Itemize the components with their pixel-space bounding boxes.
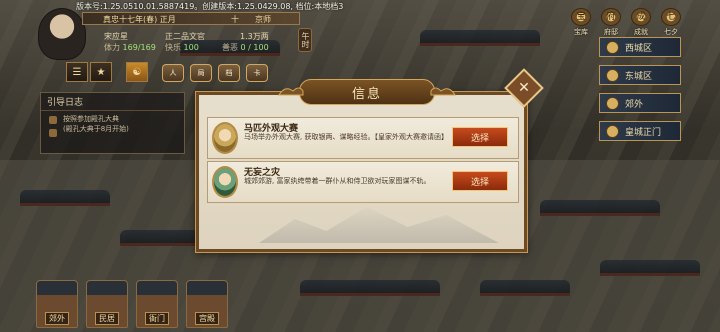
- treasury-icon: 宝: [571, 8, 591, 26]
- top-right-item[interactable]: 七 七夕: [658, 8, 684, 36]
- calendar-icon: 七: [661, 8, 681, 26]
- top-right-item[interactable]: 宝 宝库: [568, 8, 594, 36]
- time-of-day: 午时: [298, 28, 312, 52]
- game-date: 真忠十七年(春) 正月: [103, 15, 176, 24]
- nav-label: 东城区: [625, 71, 653, 82]
- info-dialog: 信息 马匹外观大赛 马场举办外观大赛, 获取银两、谋略经验。【皇家外观大赛邀请函…: [196, 79, 527, 252]
- building-label: 郊外: [45, 312, 69, 325]
- stat-label: 快乐: [165, 43, 181, 52]
- solar-term: 十: [231, 15, 239, 24]
- top-right-label: 成就: [634, 28, 648, 36]
- player-money: 1.3万两: [240, 32, 269, 41]
- top-right-item[interactable]: 府 府邸: [598, 8, 624, 36]
- stat-morality: 善恶 0 / 100: [222, 42, 269, 53]
- dialog-header: 信息: [278, 79, 456, 105]
- stat-label: 体力: [104, 43, 120, 52]
- choose-button[interactable]: 选择: [452, 127, 508, 147]
- location-pin-icon: [606, 40, 619, 54]
- event-portrait: [212, 166, 238, 198]
- guide-log-panel[interactable]: 引导日志 按照参加殿孔大典 (殿孔大典于8月开始): [40, 92, 185, 154]
- nav-east-district[interactable]: 东城区: [599, 65, 681, 85]
- nav-label: 皇城正门: [625, 127, 662, 138]
- guide-log-note: (殿孔大典于8月开始): [41, 124, 184, 137]
- mansion-icon: 府: [601, 8, 621, 26]
- building-label: 衙门: [145, 312, 169, 325]
- event-description: 马场举办外观大赛, 获取银两、谋略经验。【皇家外观大赛邀请函】: [244, 133, 448, 141]
- player-name: 宋应星: [104, 32, 128, 41]
- stat-stamina: 体力 169/169: [104, 42, 156, 53]
- stat-value: 0 / 100: [240, 43, 269, 52]
- archive-button[interactable]: 档: [218, 64, 240, 82]
- nav-label: 郊外: [625, 99, 644, 110]
- situation-button[interactable]: 局: [190, 64, 212, 82]
- scroll-icon: 成: [631, 8, 651, 26]
- nav-palace-gate[interactable]: 皇城正门: [599, 121, 681, 141]
- cards-button[interactable]: 卡: [246, 64, 268, 82]
- building-label: 民居: [95, 312, 119, 325]
- stat-value: 169/169: [122, 43, 156, 52]
- nav-label: 西城区: [625, 43, 653, 54]
- people-button[interactable]: 人: [162, 64, 184, 82]
- stat-happiness: 快乐 100: [165, 42, 199, 53]
- guide-log-title: 引导日志: [41, 93, 184, 111]
- meditate-button[interactable]: ☯: [126, 62, 148, 82]
- guide-log-item[interactable]: 按照参加殿孔大典: [41, 111, 184, 124]
- building-label: 宫殿: [195, 312, 219, 325]
- current-location: 京师: [255, 15, 271, 24]
- top-right-label: 宝库: [574, 28, 588, 36]
- favorite-button[interactable]: ★: [90, 62, 112, 82]
- location-pin-icon: [606, 96, 619, 110]
- version-info: 版本号:1.25.0510.01.5887419。创建版本:1.25.0429.…: [76, 2, 344, 11]
- choose-button[interactable]: 选择: [452, 171, 508, 191]
- stat-label: 善恶: [222, 43, 238, 52]
- stat-value: 100: [183, 43, 199, 52]
- top-right-item[interactable]: 成 成就: [628, 8, 654, 36]
- event-description: 城郊郊游, 富家纨绔带着一群仆从和侍卫欲对玩家图谋不轨。: [244, 177, 431, 185]
- location-pin-icon: [606, 124, 619, 138]
- building-suburbs[interactable]: 郊外: [36, 280, 78, 328]
- mountain-decoration: [259, 207, 499, 243]
- player-avatar[interactable]: [38, 8, 86, 60]
- close-icon: ✕: [518, 80, 530, 96]
- building-palace[interactable]: 宫殿: [186, 280, 228, 328]
- cloud-ornament-icon: [278, 87, 304, 96]
- building-residence[interactable]: 民居: [86, 280, 128, 328]
- event-card: 无妄之灾 城郊郊游, 富家纨绔带着一群仆从和侍卫欲对玩家图谋不轨。 选择: [207, 161, 519, 203]
- top-right-label: 七夕: [664, 28, 678, 36]
- event-card: 马匹外观大赛 马场举办外观大赛, 获取银两、谋略经验。【皇家外观大赛邀请函】 选…: [207, 117, 519, 159]
- event-portrait: [212, 122, 238, 154]
- location-pin-icon: [606, 68, 619, 82]
- nav-suburbs[interactable]: 郊外: [599, 93, 681, 113]
- player-rank: 正二品文官: [165, 32, 205, 41]
- date-bar: 真忠十七年(春) 正月 十 京师: [82, 12, 300, 25]
- top-right-label: 府邸: [604, 28, 618, 36]
- nav-west-district[interactable]: 西城区: [599, 37, 681, 57]
- menu-button[interactable]: ☰: [66, 62, 88, 82]
- dialog-title: 信息: [351, 86, 382, 102]
- cloud-ornament-icon: [430, 87, 456, 96]
- building-yamen[interactable]: 衙门: [136, 280, 178, 328]
